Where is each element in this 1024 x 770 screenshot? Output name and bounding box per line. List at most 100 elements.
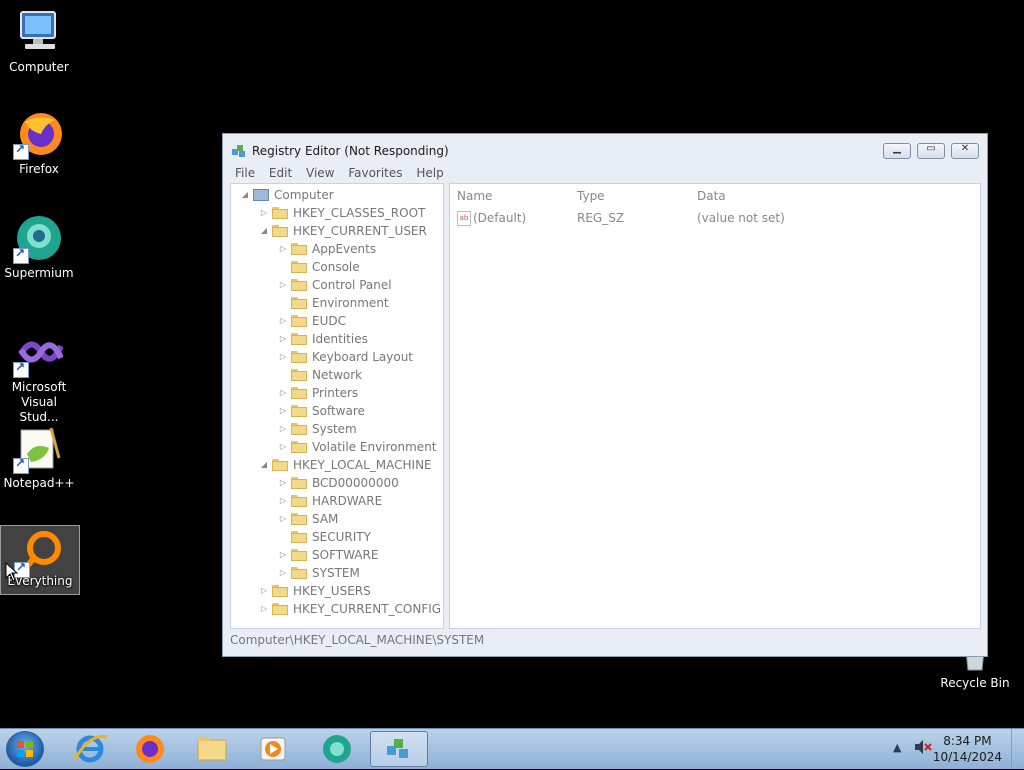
taskbar-file-explorer[interactable] bbox=[185, 731, 239, 767]
media-player-icon bbox=[260, 737, 286, 761]
menu-view[interactable]: View bbox=[301, 164, 339, 182]
menu-favorites[interactable]: Favorites bbox=[343, 164, 407, 182]
folder-icon bbox=[272, 207, 288, 219]
window-titlebar[interactable]: Registry Editor (Not Responding) ▁ ▭ ✕ bbox=[223, 134, 987, 164]
desktop-icon-computer[interactable]: Computer bbox=[0, 8, 78, 75]
expand-icon[interactable]: ▷ bbox=[278, 384, 288, 402]
desktop-icon-visual-studio[interactable]: Microsoft Visual Stud... bbox=[0, 328, 78, 425]
firefox-icon bbox=[136, 735, 164, 763]
column-header-name[interactable]: Name bbox=[457, 189, 492, 203]
folder-icon bbox=[291, 387, 307, 399]
expand-icon[interactable]: ▷ bbox=[278, 348, 288, 366]
string-value-icon: ab bbox=[457, 211, 471, 226]
expand-icon[interactable]: ▷ bbox=[278, 312, 288, 330]
folder-icon bbox=[272, 585, 288, 597]
folder-icon bbox=[291, 261, 307, 273]
supermium-icon bbox=[323, 735, 351, 763]
notepadpp-icon bbox=[13, 424, 63, 474]
menu-edit[interactable]: Edit bbox=[264, 164, 297, 182]
taskbar-registry-editor[interactable] bbox=[370, 731, 428, 767]
maximize-icon: ▭ bbox=[926, 143, 936, 154]
folder-icon bbox=[291, 297, 307, 309]
desktop-icon-supermium[interactable]: Supermium bbox=[0, 214, 78, 281]
desktop-icon-label: Supermium bbox=[4, 266, 74, 280]
taskbar-supermium[interactable] bbox=[310, 731, 364, 767]
collapse-icon[interactable]: ◢ bbox=[259, 222, 269, 240]
internet-explorer-icon bbox=[73, 734, 108, 763]
folder-icon bbox=[291, 567, 307, 579]
desktop-icon-label: Computer bbox=[9, 60, 69, 74]
everything-icon bbox=[14, 528, 64, 578]
expand-icon[interactable]: ▷ bbox=[278, 546, 288, 564]
value-data: (value not set) bbox=[697, 211, 785, 225]
folder-icon bbox=[291, 405, 307, 417]
folder-icon bbox=[291, 513, 307, 525]
registry-editor-window[interactable]: Registry Editor (Not Responding) ▁ ▭ ✕ F… bbox=[222, 133, 988, 657]
expand-icon[interactable]: ▷ bbox=[278, 438, 288, 456]
desktop-icon-label: Notepad++ bbox=[3, 476, 75, 490]
folder-icon bbox=[291, 549, 307, 561]
registry-editor-icon bbox=[387, 739, 408, 758]
column-header-data[interactable]: Data bbox=[697, 189, 726, 203]
expand-icon[interactable]: ▷ bbox=[278, 564, 288, 582]
close-button[interactable]: ✕ bbox=[951, 143, 979, 159]
menu-help[interactable]: Help bbox=[411, 164, 448, 182]
folder-icon bbox=[291, 423, 307, 435]
collapse-icon[interactable]: ◢ bbox=[259, 456, 269, 474]
expand-icon[interactable]: ▷ bbox=[259, 204, 269, 222]
registry-editor-icon bbox=[231, 143, 247, 159]
clock-date: 10/14/2024 bbox=[932, 750, 1002, 764]
desktop-icon-label: Microsoft Visual Stud... bbox=[11, 380, 67, 424]
supermium-icon bbox=[13, 214, 63, 264]
computer-small-icon bbox=[253, 189, 269, 201]
taskbar-clock[interactable]: 8:34 PM 10/14/2024 bbox=[933, 733, 1002, 765]
menu-bar: File Edit View Favorites Help bbox=[230, 164, 449, 182]
expand-icon[interactable]: ▷ bbox=[278, 330, 288, 348]
expand-icon[interactable]: ▷ bbox=[259, 600, 269, 618]
folder-icon bbox=[291, 243, 307, 255]
mouse-cursor-icon bbox=[5, 561, 19, 585]
taskbar-internet-explorer[interactable] bbox=[63, 731, 117, 767]
expand-icon[interactable]: ▷ bbox=[278, 402, 288, 420]
folder-icon bbox=[291, 333, 307, 345]
column-header-type[interactable]: Type bbox=[577, 189, 605, 203]
minimize-icon: ▁ bbox=[893, 143, 901, 154]
expand-icon[interactable]: ▷ bbox=[278, 276, 288, 294]
registry-values-pane[interactable]: Name Type Data ab (Default) REG_SZ (valu… bbox=[449, 183, 981, 629]
value-type: REG_SZ bbox=[577, 211, 625, 225]
desktop-icon-firefox[interactable]: Firefox bbox=[0, 110, 78, 177]
expand-icon[interactable]: ▷ bbox=[278, 420, 288, 438]
taskbar: ▲ 8:34 PM 10/14/2024 bbox=[0, 728, 1024, 769]
minimize-button[interactable]: ▁ bbox=[883, 143, 911, 159]
shortcut-arrow-icon bbox=[13, 142, 29, 160]
expand-icon[interactable]: ▷ bbox=[259, 582, 269, 600]
folder-icon bbox=[291, 495, 307, 507]
folder-icon bbox=[291, 315, 307, 327]
show-desktop-button[interactable] bbox=[1011, 729, 1024, 769]
expand-icon[interactable]: ▷ bbox=[278, 510, 288, 528]
window-title: Registry Editor (Not Responding) bbox=[252, 144, 449, 158]
expand-icon[interactable]: ▷ bbox=[278, 240, 288, 258]
status-bar-path: Computer\HKEY_LOCAL_MACHINE\SYSTEM bbox=[230, 633, 485, 647]
taskbar-media-player[interactable] bbox=[246, 731, 300, 767]
shortcut-arrow-icon bbox=[13, 246, 29, 264]
expand-icon[interactable]: ▷ bbox=[278, 492, 288, 510]
folder-icon bbox=[291, 477, 307, 489]
maximize-button[interactable]: ▭ bbox=[917, 143, 945, 159]
folder-icon bbox=[291, 279, 307, 291]
expand-icon[interactable]: ▷ bbox=[278, 474, 288, 492]
folder-icon bbox=[291, 351, 307, 363]
desktop-icon-label: Firefox bbox=[19, 162, 59, 176]
desktop-icon-notepadpp[interactable]: Notepad++ bbox=[0, 424, 78, 491]
registry-tree-pane[interactable]: ◢ Computer ▷ HKEY_CLASSES_ROOT ◢ HKEY_CURR… bbox=[230, 183, 444, 629]
collapse-icon[interactable]: ◢ bbox=[240, 186, 250, 204]
shortcut-arrow-icon bbox=[13, 360, 29, 378]
taskbar-firefox[interactable] bbox=[123, 731, 177, 767]
show-hidden-icons-button[interactable]: ▲ bbox=[893, 741, 901, 754]
start-button[interactable] bbox=[6, 731, 44, 767]
clock-time: 8:34 PM bbox=[943, 734, 992, 748]
menu-file[interactable]: File bbox=[230, 164, 260, 182]
volume-muted-icon[interactable] bbox=[913, 739, 933, 758]
folder-icon bbox=[291, 531, 307, 543]
folder-icon bbox=[197, 737, 227, 761]
